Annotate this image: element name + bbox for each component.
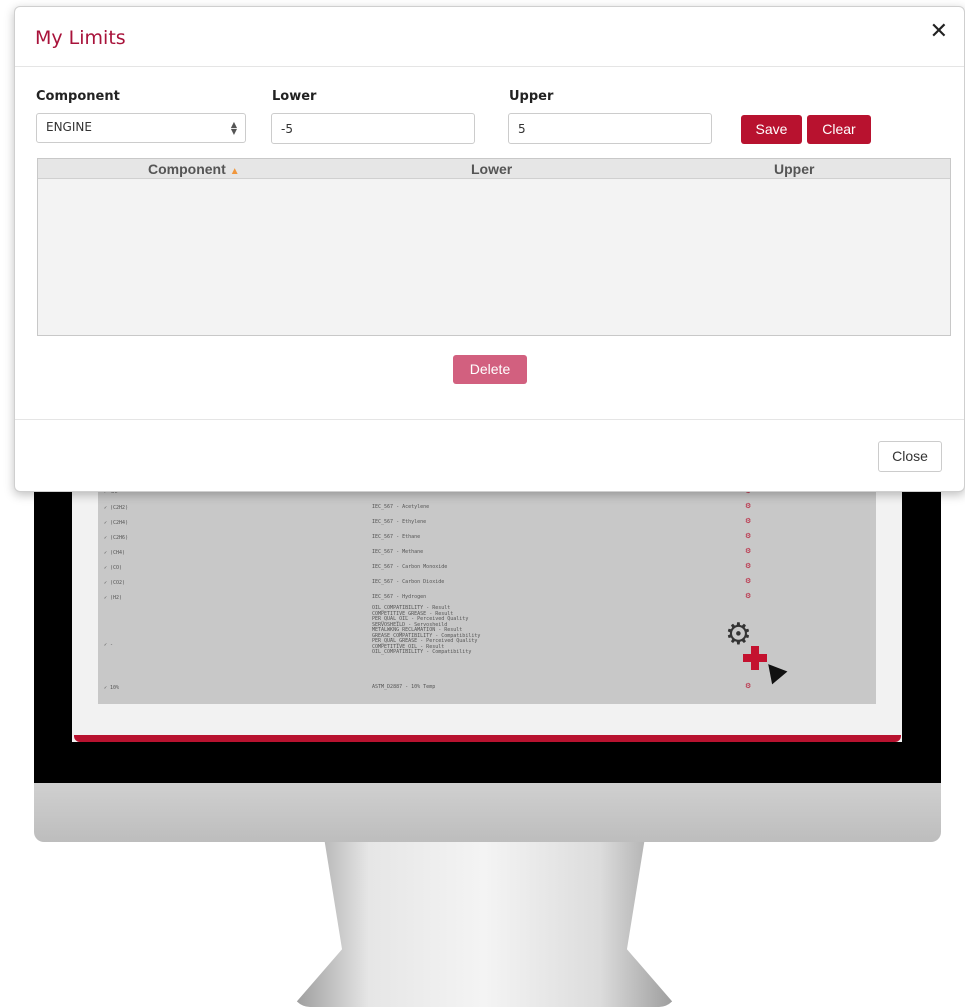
background-row-desc: IEC_567 - Ethylene	[372, 519, 427, 525]
component-select[interactable]: ENGINE ▲ ▼	[36, 113, 246, 143]
background-row-code: ✓ (C2H2)	[104, 505, 129, 511]
background-accent-bar	[74, 735, 901, 742]
add-limit-icon[interactable]: ⚙	[745, 578, 751, 585]
upper-input[interactable]	[508, 113, 712, 144]
background-row-desc: IEC_567 - Hydrogen	[372, 594, 427, 600]
background-row-code: ✓ (C2H6)	[104, 535, 129, 541]
background-row-desc: IEC_567 - Acetylene	[372, 504, 430, 510]
background-row-code: ✓ -	[104, 642, 114, 648]
close-button[interactable]: Close	[878, 441, 942, 472]
limits-grid: Component ▲ Lower Upper	[37, 158, 951, 336]
clear-button[interactable]: Clear	[807, 115, 871, 144]
background-row-desc: IEC_567 - Methane	[372, 549, 424, 555]
monitor-chin	[34, 783, 941, 842]
lower-label: Lower	[272, 89, 317, 104]
save-button[interactable]: Save	[741, 115, 802, 144]
add-limit-icon[interactable]: ⚙	[745, 533, 751, 540]
add-limit-icon[interactable]: ⚙	[745, 518, 751, 525]
add-limit-icon[interactable]: ⚙	[745, 683, 751, 690]
background-row-desc: OIL_COMPATIBILITY - Result COMPETITIVE_G…	[372, 605, 481, 655]
modal-header: My Limits ✕	[15, 7, 964, 67]
add-limit-icon[interactable]: ⚙	[745, 563, 751, 570]
lower-input[interactable]	[271, 113, 475, 144]
sort-ascending-icon[interactable]: ▲	[230, 166, 240, 177]
column-header-label: Component	[148, 161, 226, 177]
background-row-desc: IEC_567 - Carbon Dioxide	[372, 579, 445, 585]
delete-button[interactable]: Delete	[453, 355, 527, 384]
background-row-code: ✓ (CO2)	[104, 580, 126, 586]
component-select-value: ENGINE	[46, 120, 92, 134]
upper-label: Upper	[509, 89, 554, 104]
background-row-code: ✓ (H2)	[104, 595, 123, 601]
background-grid	[98, 482, 876, 704]
my-limits-modal: My Limits ✕ Component Lower Upper ENGINE…	[14, 6, 965, 492]
grid-header: Component ▲ Lower Upper	[38, 159, 950, 179]
select-arrows-icon: ▲ ▼	[230, 120, 237, 136]
component-label: Component	[36, 89, 120, 104]
column-header-upper[interactable]: Upper	[774, 161, 814, 177]
column-header-component[interactable]: Component ▲	[148, 161, 240, 177]
add-limit-icon[interactable]: ⚙	[745, 593, 751, 600]
add-limit-icon[interactable]: ⚙	[745, 548, 751, 555]
add-limit-icon[interactable]: ⚙	[745, 503, 751, 510]
modal-footer-divider	[15, 419, 964, 420]
background-row-desc: IEC_567 - Carbon Monoxide	[372, 564, 448, 570]
column-header-lower[interactable]: Lower	[471, 161, 512, 177]
modal-title: My Limits	[35, 27, 126, 49]
background-row-code: ✓ (CH4)	[104, 550, 126, 556]
close-icon[interactable]: ✕	[930, 21, 948, 43]
background-row-code: ✓ 10%	[104, 685, 120, 691]
background-row-code: ✓ (CO)	[104, 565, 123, 571]
background-row-desc: ASTM_D2887 - 10% Temp	[372, 684, 436, 690]
monitor-stand	[292, 842, 677, 1007]
background-row-code: ✓ (C2H4)	[104, 520, 129, 526]
background-row-desc: IEC_567 - Ethane	[372, 534, 421, 540]
